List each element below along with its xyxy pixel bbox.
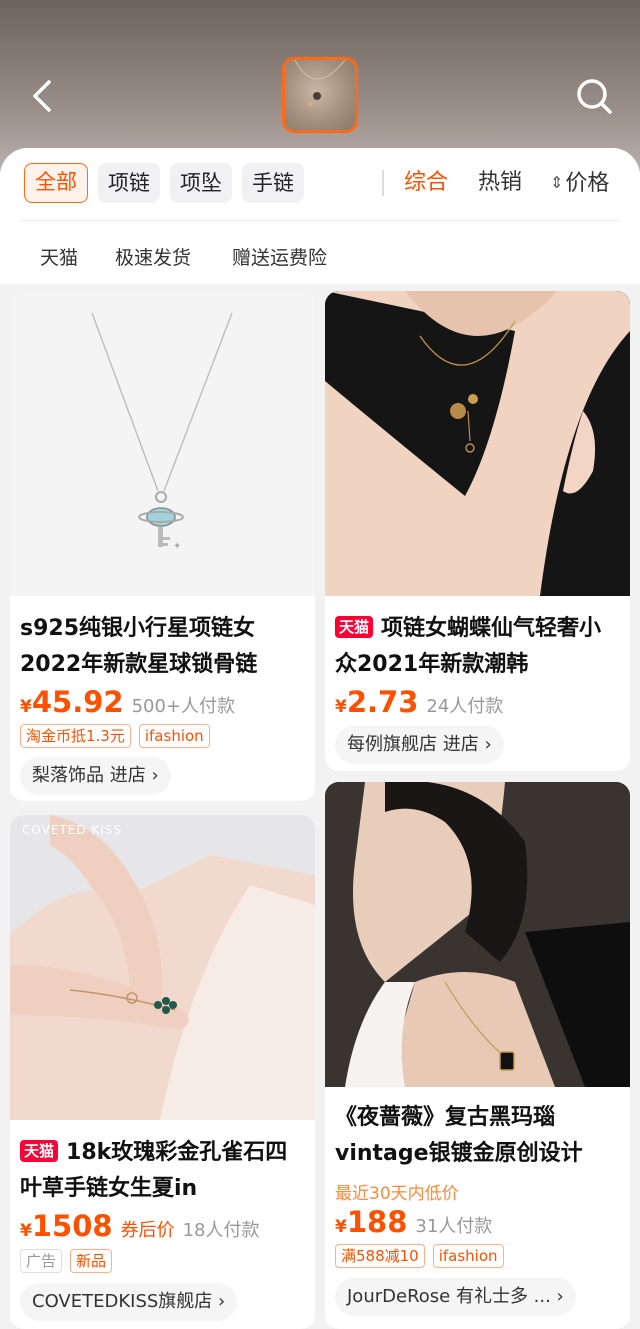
tab-necklace[interactable]: 项链 — [98, 163, 160, 203]
tab-bracelet[interactable]: 手链 — [242, 163, 304, 203]
search-icon — [577, 79, 612, 114]
sold-count: 31人付款 — [415, 1216, 493, 1237]
product-image: COVETED KISS — [10, 815, 315, 1120]
chevron-left-icon — [33, 80, 51, 112]
ad-tag: 广告 — [20, 1249, 63, 1273]
price-row: ¥ 1508 券后价 18人付款 — [20, 1209, 259, 1243]
tag-row: 满588减10 ifashion — [335, 1244, 504, 1270]
currency-symbol: ¥ — [335, 1217, 347, 1237]
tag-row: 淘金币抵1.3元 ifashion — [20, 724, 210, 750]
filter-shipping-insurance[interactable]: 赠送运费险 — [232, 240, 327, 276]
ifashion-tag: ifashion — [432, 1244, 504, 1268]
sort-price[interactable]: ⇕价格 — [550, 163, 609, 203]
product-title: 天猫 18k玫瑰彩金孔雀石四叶草手链女生夏in — [20, 1135, 308, 1207]
product-card[interactable]: 天猫 项链女蝴蝶仙气轻奢小众2021年新款潮韩 ¥ 2.73 24人付款 每例旗舰… — [325, 291, 630, 771]
product-price: 1508 — [31, 1209, 113, 1243]
back-button[interactable] — [22, 74, 62, 118]
low-price-label: 最近30天内低价 — [335, 1184, 459, 1204]
tmall-badge: 天猫 — [335, 616, 374, 638]
product-card[interactable]: ✦ s925纯银小行星项链女2022年新款星球锁骨链 ¥ 45.92 500+人… — [10, 291, 315, 801]
tab-all[interactable]: 全部 — [24, 163, 88, 203]
image-brand-watermark: COVETED KISS — [22, 823, 123, 837]
new-tag: 新品 — [70, 1249, 113, 1273]
tag-row: 广告 新品 — [20, 1249, 113, 1275]
shop-link[interactable]: JourDeRose 有礼士多 ... › — [335, 1278, 576, 1316]
product-card[interactable]: COVETED KISS 天猫 18k玫瑰彩金孔雀石四叶草手链女生夏in ¥ 15… — [10, 815, 315, 1329]
discount-tag: 满588减10 — [335, 1244, 425, 1268]
search-image-thumbnail[interactable] — [282, 57, 358, 133]
shop-link[interactable]: 梨落饰品 进店 › — [20, 757, 171, 795]
product-image — [325, 291, 630, 596]
product-price: 45.92 — [31, 685, 124, 719]
ifashion-tag: ifashion — [138, 724, 210, 748]
product-image: ✦ — [10, 291, 315, 596]
tabs-divider — [382, 170, 384, 196]
sort-price-label: 价格 — [565, 171, 610, 196]
shop-link[interactable]: COVETEDKISS旗舰店 › — [20, 1283, 238, 1321]
product-price: 2.73 — [346, 685, 419, 719]
sort-hot[interactable]: 热销 — [478, 163, 522, 203]
currency-symbol: ¥ — [20, 697, 32, 717]
filter-tmall[interactable]: 天猫 — [40, 240, 78, 276]
product-image — [325, 782, 630, 1087]
sold-count: 18人付款 — [182, 1220, 260, 1241]
price-row: ¥ 45.92 500+人付款 — [20, 685, 235, 719]
coin-tag: 淘金币抵1.3元 — [20, 724, 131, 748]
search-button[interactable] — [572, 74, 616, 118]
shop-link[interactable]: 每例旗舰店 进店 › — [335, 726, 504, 764]
product-title: s925纯银小行星项链女2022年新款星球锁骨链 — [20, 616, 258, 677]
product-title: 《夜蔷薇》复古黑玛瑙vintage银镀金原创设计 — [335, 1105, 583, 1166]
product-title: 天猫 项链女蝴蝶仙气轻奢小众2021年新款潮韩 — [335, 611, 623, 683]
product-card[interactable]: 《夜蔷薇》复古黑玛瑙vintage银镀金原创设计 最近30天内低价 ¥ 188 … — [325, 782, 630, 1329]
currency-symbol: ¥ — [20, 1221, 32, 1241]
filter-fast-shipping[interactable]: 极速发货 — [115, 240, 191, 276]
category-tabs: 全部 项链 项坠 手链 — [24, 163, 304, 203]
coupon-price-label: 券后价 — [120, 1220, 175, 1241]
product-title-text: 项链女蝴蝶仙气轻奢小众2021年新款潮韩 — [335, 616, 602, 677]
necklace-thumbnail-image — [294, 60, 346, 106]
sort-overall[interactable]: 综合 — [404, 163, 448, 203]
sold-count: 24人付款 — [426, 696, 504, 717]
tmall-badge: 天猫 — [20, 1140, 59, 1162]
svg-text:✦: ✦ — [173, 541, 181, 552]
price-row: ¥ 188 31人付款 — [335, 1205, 492, 1239]
currency-symbol: ¥ — [335, 697, 347, 717]
sort-updown-icon: ⇕ — [550, 173, 564, 192]
product-title-text: 18k玫瑰彩金孔雀石四叶草手链女生夏in — [20, 1140, 288, 1201]
product-price: 188 — [346, 1205, 408, 1239]
filter-divider — [20, 220, 620, 221]
sold-count: 500+人付款 — [131, 696, 236, 717]
tab-pendant[interactable]: 项坠 — [170, 163, 232, 203]
price-row: ¥ 2.73 24人付款 — [335, 685, 503, 719]
